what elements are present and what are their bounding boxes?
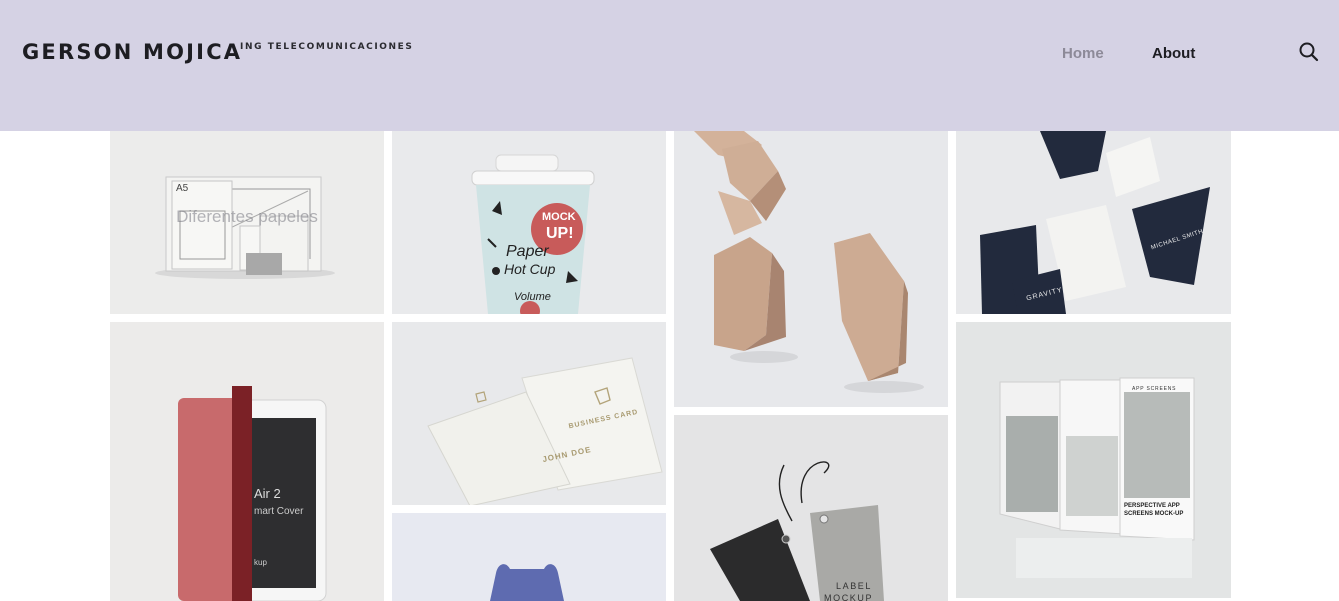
- cup-text-volume: Volume: [514, 291, 551, 303]
- card-label: A5: [176, 183, 189, 194]
- gallery-tile-ipad[interactable]: Air 2 mart Cover kup: [110, 322, 384, 601]
- ipad-image: [110, 322, 384, 601]
- gallery-tile-label-tag[interactable]: LABEL MOCKUP: [674, 415, 948, 601]
- gallery-tile-business-card[interactable]: BUSINESS CARD JOHN DOE: [392, 322, 666, 505]
- cup-text-hot-cup: Hot Cup: [504, 261, 556, 277]
- cup-text-up: UP!: [546, 225, 574, 242]
- label-tag-image: [674, 415, 948, 601]
- cup-text-paper: Paper: [506, 243, 549, 260]
- app-screens-image: [956, 322, 1231, 598]
- search-button[interactable]: [1297, 40, 1321, 64]
- gallery-tile-papers[interactable]: A5 Diferentes papeles: [110, 131, 384, 314]
- site-brand[interactable]: GERSON MOJICA: [22, 40, 242, 64]
- ipad-screen-kup: kup: [254, 558, 267, 567]
- paper-cup-image: [392, 131, 666, 314]
- site-header: GERSON MOJICA ING TELECOMUNICACIONES Hom…: [0, 0, 1339, 131]
- tile-overlay-title: Diferentes papeles: [176, 207, 318, 226]
- search-icon: [1299, 42, 1319, 62]
- tag-mockup: MOCKUP: [824, 593, 874, 601]
- site-tagline: ING TELECOMUNICACIONES: [240, 42, 414, 52]
- nav-home-link[interactable]: Home: [1062, 45, 1104, 62]
- ipad-screen-cover: mart Cover: [254, 506, 304, 517]
- gallery-tile-tank-top[interactable]: [392, 513, 666, 601]
- gallery-tile-wooden-blocks[interactable]: [674, 131, 948, 407]
- gravity-cards-image: [956, 131, 1231, 314]
- nav-about-link[interactable]: About: [1152, 45, 1195, 62]
- ipad-screen-air2: Air 2: [254, 486, 281, 501]
- tank-top-image: [392, 513, 666, 601]
- app-screen-caption: PERSPECTIVE APP SCREENS MOCK-UP: [1124, 503, 1184, 517]
- cup-text-mock: MOCK: [542, 211, 576, 223]
- tag-label: LABEL: [836, 581, 873, 591]
- gallery-tile-paper-cup[interactable]: MOCK UP! Paper Hot Cup Volume: [392, 131, 666, 314]
- wooden-blocks-image: [674, 131, 948, 407]
- app-screen-title: APP SCREENS: [1132, 386, 1177, 392]
- gallery-tile-gravity-cards[interactable]: GRAVITY MICHAEL SMITH: [956, 131, 1231, 314]
- gallery-tile-app-screens[interactable]: APP SCREENS PERSPECTIVE APP SCREENS MOCK…: [956, 322, 1231, 598]
